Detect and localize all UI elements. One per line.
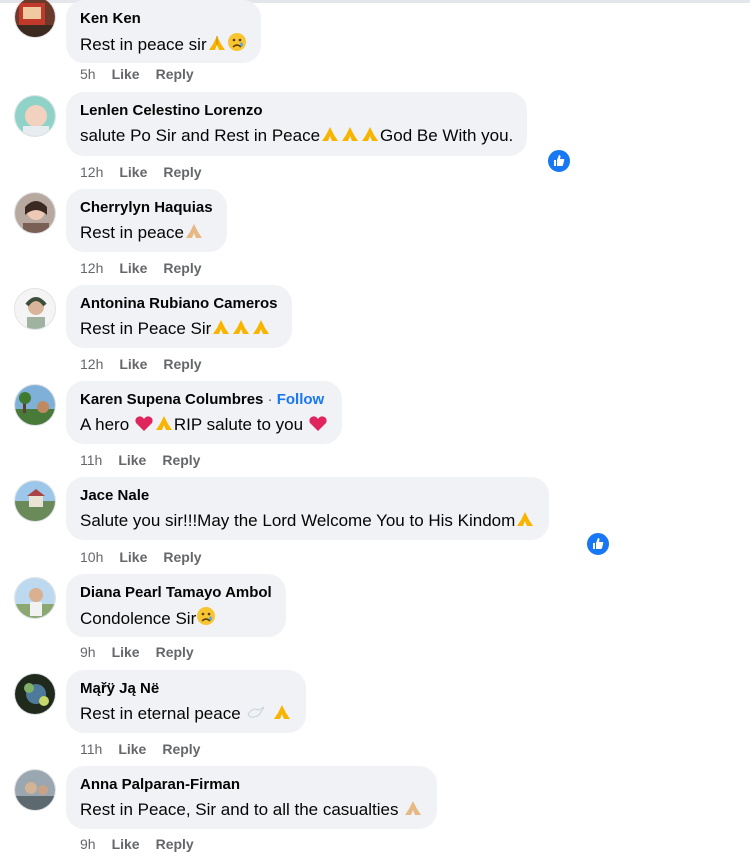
reply-button[interactable]: Reply xyxy=(163,356,201,372)
comment-timestamp[interactable]: 12h xyxy=(80,356,103,372)
comment-text: Salute you sir!!!May the Lord Welcome Yo… xyxy=(80,511,516,530)
reply-button[interactable]: Reply xyxy=(156,644,194,660)
pray-emoji-icon xyxy=(251,318,271,343)
comment-text: Rest in peace sir xyxy=(80,35,207,54)
comment-bubble: Cherrylyn Haquias Rest in peace xyxy=(66,189,227,252)
avatar[interactable] xyxy=(14,384,56,426)
comment-actions: 12h Like Reply xyxy=(80,164,218,180)
avatar[interactable] xyxy=(14,95,56,137)
thumbs-up-icon xyxy=(593,538,604,549)
reply-button[interactable]: Reply xyxy=(162,452,200,468)
comment-author: Karen Supena Columbres · Follow xyxy=(80,390,328,409)
like-button[interactable]: Like xyxy=(118,741,146,757)
comment-author[interactable]: Antonina Rubiano Cameros xyxy=(80,294,278,313)
comment-bubble: Jace Nale Salute you sir!!!May the Lord … xyxy=(66,477,550,540)
reply-button[interactable]: Reply xyxy=(162,741,200,757)
heart-emoji-icon xyxy=(308,414,328,439)
avatar[interactable] xyxy=(14,0,56,38)
comment-bubble: Anna Palparan-Firman Rest in Peace, Sir … xyxy=(66,766,438,829)
comment-timestamp[interactable]: 10h xyxy=(80,549,103,565)
comment-text: salute Po Sir and Rest in Peace xyxy=(80,126,321,145)
comment-actions: 12h Like Reply xyxy=(80,260,218,276)
comment-text: Rest in Peace Sir xyxy=(80,319,212,338)
avatar[interactable] xyxy=(14,288,56,330)
pray-emoji-icon xyxy=(207,34,227,59)
comment-timestamp[interactable]: 11h xyxy=(80,452,102,468)
comment-author[interactable]: Cherrylyn Haquias xyxy=(80,198,213,217)
comment-text: Condolence Sir xyxy=(80,609,197,628)
pray-emoji-icon xyxy=(403,799,423,824)
pray-emoji-icon xyxy=(340,125,360,150)
comment-timestamp[interactable]: 12h xyxy=(80,260,103,276)
comment-author[interactable]: Lenlen Celestino Lorenzo xyxy=(80,101,513,120)
comment-actions: 11h Like Reply xyxy=(80,741,216,757)
avatar[interactable] xyxy=(14,673,56,715)
comment-timestamp[interactable]: 9h xyxy=(80,836,96,852)
comment-author[interactable]: Jace Nale xyxy=(80,486,535,505)
pray-emoji-icon xyxy=(320,125,340,150)
pray-emoji-icon xyxy=(231,318,251,343)
avatar[interactable] xyxy=(14,480,56,522)
like-button[interactable]: Like xyxy=(119,549,147,565)
pray-emoji-icon xyxy=(211,318,231,343)
sad-emoji-icon xyxy=(227,32,247,59)
comment-bubble: Mąřÿ Ją Në Rest in eternal peace xyxy=(66,670,307,733)
comment-author[interactable]: Anna Palparan-Firman xyxy=(80,775,423,794)
comment-bubble: Lenlen Celestino Lorenzo salute Po Sir a… xyxy=(66,92,528,156)
reply-button[interactable]: Reply xyxy=(156,66,194,82)
thumbs-up-icon xyxy=(554,155,565,166)
comment-actions: 10h Like Reply xyxy=(80,549,218,565)
sad-emoji-icon xyxy=(196,606,216,633)
comment-bubble: Diana Pearl Tamayo Ambol Condolence Sir xyxy=(66,574,286,637)
comment-bubble: Ken Ken Rest in peace sir xyxy=(66,0,261,63)
comment-actions: 11h Like Reply xyxy=(80,452,216,468)
pray-emoji-icon xyxy=(272,703,292,728)
comment-author[interactable]: Ken Ken xyxy=(80,9,247,28)
reply-button[interactable]: Reply xyxy=(163,549,201,565)
reply-button[interactable]: Reply xyxy=(163,260,201,276)
pray-emoji-icon xyxy=(360,125,380,150)
like-reaction-badge[interactable] xyxy=(585,531,611,557)
like-button[interactable]: Like xyxy=(118,452,146,468)
like-button[interactable]: Like xyxy=(112,66,140,82)
comment-actions: 12h Like Reply xyxy=(80,356,218,372)
comment-author-name[interactable]: Karen Supena Columbres xyxy=(80,391,263,408)
comment-author[interactable]: Diana Pearl Tamayo Ambol xyxy=(80,583,272,602)
like-button[interactable]: Like xyxy=(112,644,140,660)
comment-text: Rest in peace xyxy=(80,223,184,242)
avatar[interactable] xyxy=(14,769,56,811)
like-button[interactable]: Like xyxy=(112,836,140,852)
comment-actions: 9h Like Reply xyxy=(80,644,210,660)
reply-button[interactable]: Reply xyxy=(156,836,194,852)
comment-text: A hero xyxy=(80,415,130,434)
comment-timestamp[interactable]: 11h xyxy=(80,741,102,757)
comment-timestamp[interactable]: 5h xyxy=(80,66,96,82)
comment-text: Rest in eternal peace xyxy=(80,704,246,723)
follow-button[interactable]: Follow xyxy=(277,391,325,408)
pray-emoji-icon xyxy=(515,510,535,535)
like-reaction-badge[interactable] xyxy=(546,148,572,174)
comment-text-continued: RIP salute to you xyxy=(173,415,304,434)
pray-emoji-icon xyxy=(184,222,204,247)
comment-bubble: Antonina Rubiano Cameros Rest in Peace S… xyxy=(66,285,292,348)
separator-dot: · xyxy=(263,391,277,408)
comment-timestamp[interactable]: 9h xyxy=(80,644,96,660)
avatar[interactable] xyxy=(14,192,56,234)
like-button[interactable]: Like xyxy=(119,164,147,180)
comment-text-continued: God Be With you. xyxy=(380,126,514,145)
dove-emoji-icon xyxy=(245,703,267,728)
comment-timestamp[interactable]: 12h xyxy=(80,164,103,180)
avatar[interactable] xyxy=(14,577,56,619)
pray-emoji-icon xyxy=(154,414,174,439)
comment-text: Rest in Peace, Sir and to all the casual… xyxy=(80,800,404,819)
like-button[interactable]: Like xyxy=(119,260,147,276)
reply-button[interactable]: Reply xyxy=(163,164,201,180)
comment-author[interactable]: Mąřÿ Ją Në xyxy=(80,679,292,698)
comment-actions: 5h Like Reply xyxy=(80,66,210,82)
comment-actions: 9h Like Reply xyxy=(80,836,210,852)
heart-emoji-icon xyxy=(134,414,154,439)
comment-bubble: Karen Supena Columbres · Follow A hero R… xyxy=(66,381,342,444)
like-button[interactable]: Like xyxy=(119,356,147,372)
